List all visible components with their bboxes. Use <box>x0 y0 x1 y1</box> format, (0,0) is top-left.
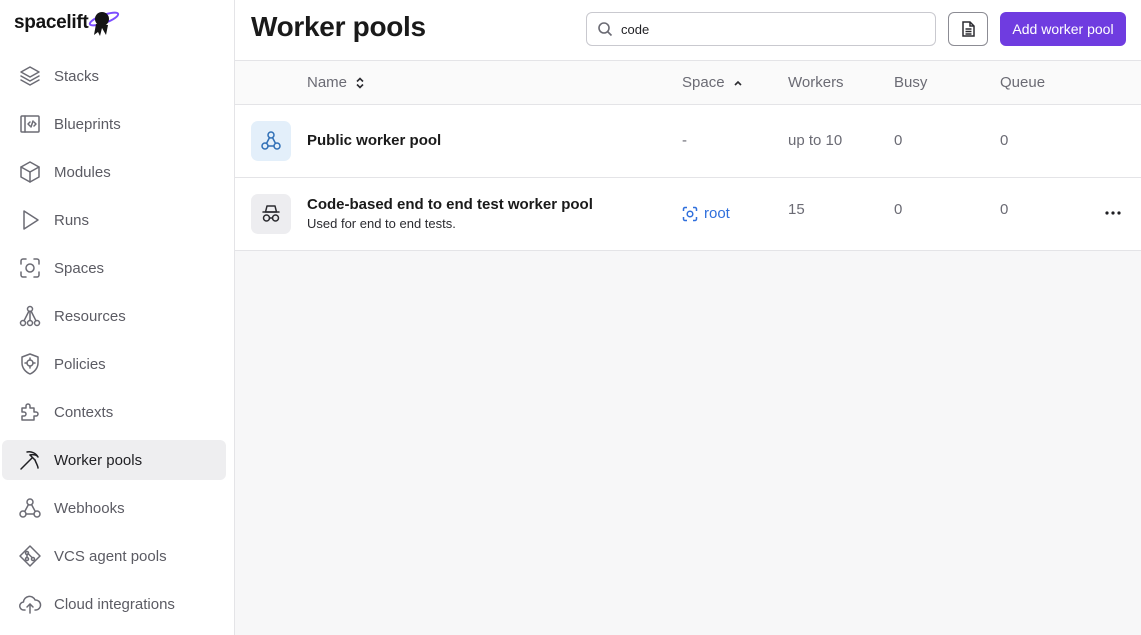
worker-pool-name-link[interactable]: Public worker pool <box>307 132 441 149</box>
sidebar-item-label: Runs <box>54 211 90 229</box>
sidebar-item-label: Contexts <box>54 403 114 421</box>
space-link-label: root <box>704 205 730 222</box>
sidebar-nav: Stacks Blueprints Modules Runs Spaces Re… <box>2 56 226 632</box>
puzzle-icon <box>18 400 42 424</box>
sidebar-item-label: Stacks <box>54 67 100 85</box>
cloud-upload-icon <box>18 592 42 616</box>
public-pool-icon <box>251 121 291 161</box>
spaces-icon <box>18 256 42 280</box>
sidebar-item-spaces[interactable]: Spaces <box>2 248 226 288</box>
stacks-icon <box>18 64 42 88</box>
sidebar-item-blueprints[interactable]: Blueprints <box>2 104 226 144</box>
sidebar-item-label: Resources <box>54 307 126 325</box>
sidebar-item-label: VCS agent pools <box>54 547 167 565</box>
row-actions-button[interactable] <box>1103 205 1123 221</box>
main-content: Worker pools Add worker pool Name Space … <box>235 0 1141 635</box>
sidebar-item-resources[interactable]: Resources <box>2 296 226 336</box>
page-title: Worker pools <box>251 11 426 42</box>
sidebar-item-vcs-agent-pools[interactable]: VCS agent pools <box>2 536 226 576</box>
document-icon <box>962 21 975 37</box>
sort-ascending-icon <box>733 80 742 86</box>
add-worker-pool-button[interactable]: Add worker pool <box>1000 12 1126 46</box>
worker-pools-table: Name Space Workers Busy Queue Public wor… <box>235 61 1141 251</box>
column-queue-label: Queue <box>1000 74 1046 91</box>
busy-value: 0 <box>894 132 903 149</box>
column-workers-label: Workers <box>788 74 844 91</box>
resources-icon <box>18 304 42 328</box>
astronaut-logo-icon <box>86 8 120 38</box>
sidebar-item-label: Policies <box>54 355 106 373</box>
documentation-button[interactable] <box>948 12 988 46</box>
column-busy: Busy <box>894 74 927 91</box>
sidebar-item-label: Modules <box>54 163 111 181</box>
column-name[interactable]: Name <box>307 74 365 91</box>
column-workers: Workers <box>788 74 844 91</box>
more-horizontal-icon <box>1105 211 1121 215</box>
sidebar-item-label: Worker pools <box>54 451 143 469</box>
table-header: Name Space Workers Busy Queue <box>235 61 1141 105</box>
column-space[interactable]: Space <box>682 74 743 91</box>
sidebar-item-worker-pools[interactable]: Worker pools <box>2 440 226 480</box>
sort-both-icon <box>356 76 364 89</box>
column-name-label: Name <box>307 74 348 91</box>
space-link-root[interactable]: root <box>682 205 730 222</box>
sidebar-item-runs[interactable]: Runs <box>2 200 226 240</box>
sidebar-item-contexts[interactable]: Contexts <box>2 392 226 432</box>
space-value: - <box>682 132 687 149</box>
sidebar-item-label: Spaces <box>54 259 105 277</box>
sidebar-item-label: Webhooks <box>54 499 125 517</box>
worker-pool-description: Used for end to end tests. <box>307 216 456 231</box>
private-pool-icon <box>251 194 291 234</box>
logo-text: spacelift <box>14 12 89 33</box>
table-row[interactable]: Code-based end to end test worker pool U… <box>235 178 1141 251</box>
search-input[interactable] <box>621 21 921 37</box>
worker-pool-name-link[interactable]: Code-based end to end test worker pool <box>307 196 593 213</box>
sidebar: spacelift Stacks Blueprints Modules Runs… <box>0 0 235 635</box>
search-icon <box>598 22 613 37</box>
space-icon <box>682 206 698 221</box>
sidebar-item-stacks[interactable]: Stacks <box>2 56 226 96</box>
vcs-icon <box>18 544 42 568</box>
sidebar-item-cloud-integrations[interactable]: Cloud integrations <box>2 584 226 624</box>
webhook-icon <box>18 496 42 520</box>
column-queue: Queue <box>1000 74 1045 91</box>
sidebar-item-label: Blueprints <box>54 115 121 133</box>
sidebar-item-policies[interactable]: Policies <box>2 344 226 384</box>
busy-value: 0 <box>894 201 903 218</box>
queue-value: 0 <box>1000 132 1009 149</box>
table-row[interactable]: Public worker pool - up to 10 0 0 <box>235 105 1141 178</box>
cube-icon <box>18 160 42 184</box>
sidebar-item-label: Cloud integrations <box>54 595 175 613</box>
blueprint-icon <box>18 112 42 136</box>
play-icon <box>18 208 42 232</box>
column-busy-label: Busy <box>894 74 928 91</box>
column-space-label: Space <box>682 74 725 91</box>
pickaxe-icon <box>18 448 42 472</box>
workers-value: 15 <box>788 201 805 218</box>
spacelift-logo[interactable]: spacelift <box>14 6 120 40</box>
search-box[interactable] <box>586 12 936 46</box>
sidebar-item-webhooks[interactable]: Webhooks <box>2 488 226 528</box>
policy-icon <box>18 352 42 376</box>
sidebar-item-modules[interactable]: Modules <box>2 152 226 192</box>
queue-value: 0 <box>1000 201 1009 218</box>
page-header: Worker pools Add worker pool <box>235 0 1141 61</box>
workers-value: up to 10 <box>788 132 843 149</box>
